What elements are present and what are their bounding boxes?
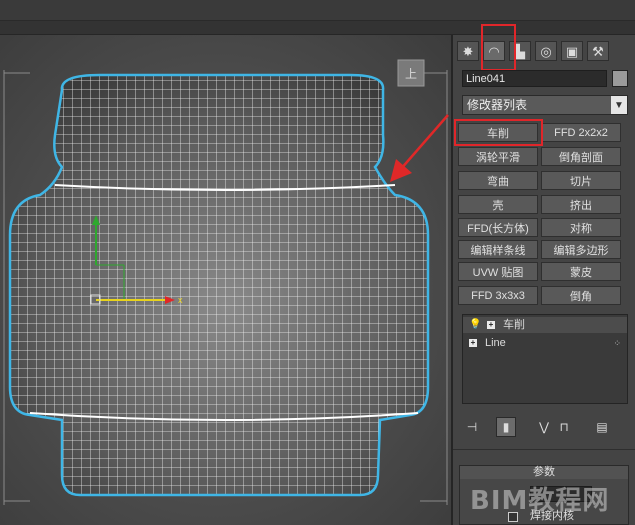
modifier-button-uvw-map[interactable]: UVW 贴图: [458, 262, 538, 281]
object-name-field[interactable]: Line041: [462, 70, 607, 87]
remove-modifier-icon[interactable]: ⊓: [554, 417, 574, 437]
main-toolbar: [0, 0, 635, 21]
hierarchy-icon[interactable]: ▙: [509, 41, 531, 61]
modifier-button-ffd-box[interactable]: FFD(长方体): [458, 218, 538, 237]
stack-item-lathe[interactable]: 💡 + 车削: [463, 317, 627, 333]
lathe-mesh-wireframe: x 上: [3, 59, 449, 505]
modifier-button-lathe[interactable]: 车削: [458, 123, 538, 142]
lightbulb-icon[interactable]: 💡: [469, 317, 481, 333]
viewport-label-bar: [0, 21, 635, 35]
make-unique-icon[interactable]: ⋁: [534, 417, 554, 437]
stack-item-label: 车削: [503, 319, 525, 331]
viewcube-icon[interactable]: 上: [397, 59, 425, 87]
modifier-list-label: 修改器列表: [467, 98, 528, 112]
expand-icon[interactable]: +: [487, 321, 495, 329]
divider: [453, 449, 635, 450]
show-end-result-icon[interactable]: ▮: [496, 417, 516, 437]
object-color-swatch[interactable]: [612, 70, 628, 87]
modifier-button-edit-spline[interactable]: 编辑样条线: [458, 240, 538, 259]
modifier-button-slice[interactable]: 切片: [541, 171, 621, 190]
modify-icon[interactable]: ◠: [483, 41, 505, 61]
modifier-button-ffd-2x2x2[interactable]: FFD 2x2x2: [541, 123, 621, 142]
motion-icon[interactable]: ◎: [535, 41, 557, 61]
modifier-button-edit-poly[interactable]: 编辑多边形: [541, 240, 621, 259]
utilities-icon[interactable]: ⚒: [587, 41, 609, 61]
modifier-button-extrude[interactable]: 挤出: [541, 195, 621, 214]
selection-dots-icon: ⁘: [613, 338, 621, 348]
stack-item-label: Line: [485, 337, 506, 349]
watermark: BIM教程网: [470, 486, 610, 516]
create-icon[interactable]: ✸: [457, 41, 479, 61]
pin-stack-icon[interactable]: ⊣: [462, 417, 482, 437]
expand-icon[interactable]: +: [469, 339, 477, 347]
modifier-list-dropdown[interactable]: 修改器列表 ▼: [462, 95, 628, 115]
modifier-button-skin[interactable]: 蒙皮: [541, 262, 621, 281]
perspective-viewport[interactable]: x 上: [0, 35, 453, 525]
modifier-button-shell[interactable]: 壳: [458, 195, 538, 214]
command-panel: ✸ ◠ ▙ ◎ ▣ ⚒ Line041 修改器列表 ▼ 车削 FFD 2x2x2…: [453, 24, 635, 525]
annotation-arrow: [390, 114, 449, 182]
rollout-title[interactable]: 参数: [460, 466, 628, 479]
modifier-button-turbosmooth[interactable]: 涡轮平滑: [458, 147, 538, 166]
modifier-button-bevel-profile[interactable]: 倒角剖面: [541, 147, 621, 166]
modifier-button-bevel[interactable]: 倒角: [541, 286, 621, 305]
svg-text:上: 上: [405, 67, 417, 81]
modifier-button-ffd-3x3x3[interactable]: FFD 3x3x3: [458, 286, 538, 305]
modifier-button-symmetry[interactable]: 对称: [541, 218, 621, 237]
stack-toolbar: ⊣ ▮ ⋁ ⊓ ▤: [462, 417, 628, 439]
stack-item-line[interactable]: + Line ⁘: [463, 335, 627, 351]
configure-sets-icon[interactable]: ▤: [592, 417, 612, 437]
svg-text:x: x: [178, 295, 183, 305]
modifier-stack[interactable]: 💡 + 车削 + Line ⁘: [462, 314, 628, 404]
modifier-button-bend[interactable]: 弯曲: [458, 171, 538, 190]
chevron-down-icon[interactable]: ▼: [611, 96, 627, 114]
display-icon[interactable]: ▣: [561, 41, 583, 61]
